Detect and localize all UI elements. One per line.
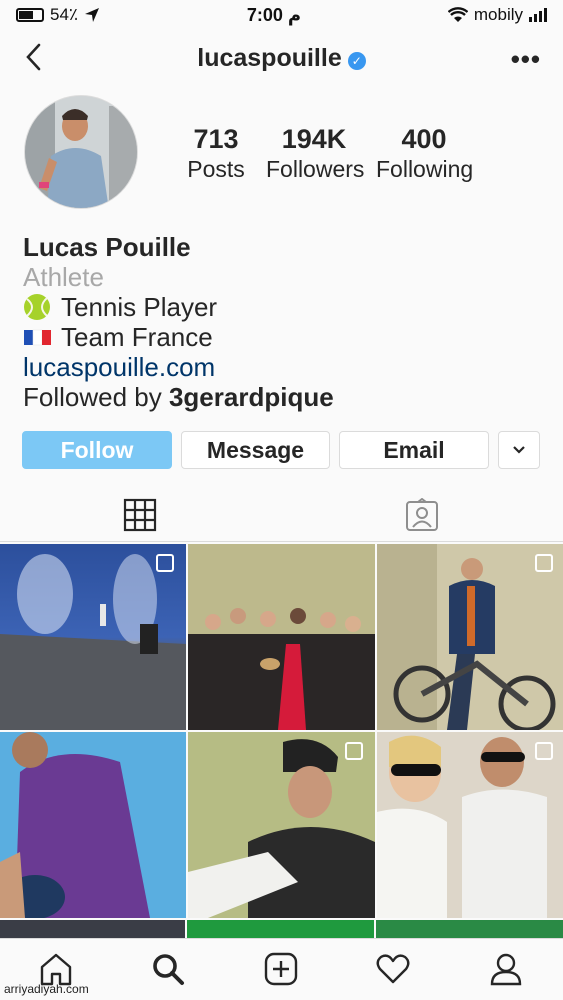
- followed-by[interactable]: Followed by 3gerardpique: [23, 382, 334, 412]
- bio-tennis-text: Tennis Player: [61, 292, 218, 322]
- post-image: [377, 732, 563, 918]
- bio-team-text: Team France: [61, 322, 213, 352]
- message-button[interactable]: Message: [181, 431, 330, 469]
- header-username: lucaspouille: [197, 43, 342, 72]
- bio-line-tennis: Tennis Player: [23, 292, 334, 322]
- following-label: Following: [376, 156, 474, 182]
- location-arrow-icon: [85, 8, 100, 22]
- multiple-photos-icon: [535, 554, 553, 572]
- post-image: [377, 544, 563, 730]
- posts-label: Posts: [187, 156, 245, 182]
- more-options-icon[interactable]: •••: [511, 44, 541, 75]
- post-image: [0, 732, 186, 918]
- profile-header: lucaspouille ✓ •••: [0, 34, 563, 82]
- post-thumbnail[interactable]: [0, 732, 186, 918]
- carrier-name: mobily: [473, 5, 523, 24]
- post-thumbnail[interactable]: [377, 732, 563, 918]
- avatar-photo: [25, 96, 137, 208]
- profile-category: Athlete: [23, 262, 104, 292]
- new-post-icon[interactable]: [263, 951, 299, 987]
- multiple-photos-icon: [345, 742, 363, 760]
- profile-tabs: [0, 490, 563, 542]
- multiple-photos-icon: [156, 554, 174, 572]
- posts-stat[interactable]: 713 Posts: [180, 124, 252, 184]
- profile-stats: 713 Posts 194K Followers 400 Following: [180, 124, 486, 184]
- profile-name: Lucas Pouille: [23, 232, 191, 262]
- post-thumbnail[interactable]: [188, 732, 375, 918]
- profile-icon[interactable]: [488, 951, 524, 987]
- search-icon[interactable]: [150, 951, 186, 987]
- status-bar: 54٪ 7:00 م mobily: [0, 0, 563, 30]
- profile-bio: Lucas Pouille Athlete Tennis Player Team…: [23, 232, 334, 412]
- bio-line-team: Team France: [23, 322, 334, 352]
- tennis-ball-icon: [24, 294, 50, 320]
- post-image: [188, 544, 375, 730]
- post-thumbnail[interactable]: [377, 544, 563, 730]
- following-stat[interactable]: 400 Following: [376, 124, 474, 184]
- grid-view-icon[interactable]: [123, 498, 157, 532]
- email-button[interactable]: Email: [339, 431, 489, 469]
- follow-button[interactable]: Follow: [22, 431, 172, 469]
- followers-count: 194K: [281, 124, 347, 154]
- next-row-preview: [0, 920, 563, 938]
- following-count: 400: [401, 124, 447, 154]
- battery-level: 54٪: [50, 5, 79, 24]
- verified-badge-icon: ✓: [347, 52, 366, 71]
- followed-by-prefix: Followed by: [23, 382, 162, 412]
- followers-label: Followers: [266, 156, 365, 182]
- followers-stat[interactable]: 194K Followers: [266, 124, 365, 184]
- clock: 7:00 م: [246, 4, 302, 25]
- signal-icon: [529, 8, 547, 22]
- posts-count: 713: [193, 124, 239, 154]
- chevron-down-icon: [513, 446, 525, 454]
- profile-website-link[interactable]: lucaspouille.com: [23, 352, 334, 382]
- france-flag-icon: [24, 329, 51, 346]
- post-thumbnail[interactable]: [0, 544, 186, 730]
- suggested-dropdown-button[interactable]: [498, 431, 540, 469]
- multiple-photos-icon: [535, 742, 553, 760]
- tagged-photos-icon[interactable]: [405, 498, 439, 532]
- activity-heart-icon[interactable]: [375, 951, 411, 987]
- back-chevron-icon[interactable]: [22, 42, 46, 72]
- profile-avatar[interactable]: [24, 95, 138, 209]
- watermark: arriyadiyah.com: [4, 982, 89, 996]
- post-thumbnail[interactable]: [188, 544, 375, 730]
- photo-grid: [0, 544, 563, 918]
- wifi-icon: [447, 7, 468, 22]
- followed-by-user: 3gerardpique: [168, 382, 334, 412]
- battery-icon: [16, 8, 44, 22]
